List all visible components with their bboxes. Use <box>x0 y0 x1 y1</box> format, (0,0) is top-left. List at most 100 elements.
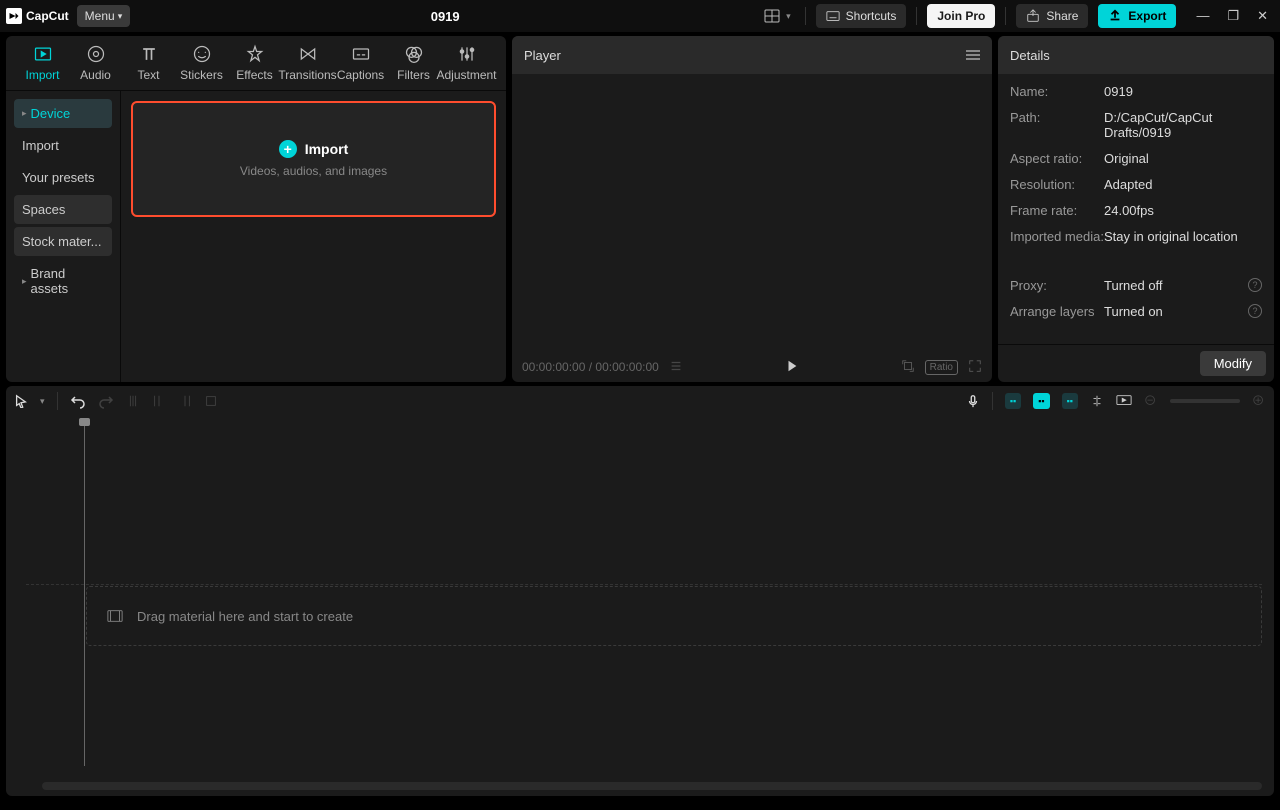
tab-label: Transitions <box>278 68 336 82</box>
tab-transitions[interactable]: Transitions <box>281 42 334 84</box>
detail-row-imported: Imported media:Stay in original location <box>1010 229 1262 244</box>
import-card[interactable]: + Import Videos, audios, and images <box>131 101 496 217</box>
video-icon <box>107 609 123 623</box>
details-title: Details <box>1010 48 1050 63</box>
fullscreen-icon[interactable] <box>968 359 982 376</box>
time-display: 00:00:00:00 / 00:00:00:00 <box>522 360 659 374</box>
info-icon[interactable]: ? <box>1248 304 1262 318</box>
tab-import[interactable]: Import <box>16 42 69 84</box>
playhead[interactable] <box>84 420 85 766</box>
maximize-icon[interactable]: ❐ <box>1227 8 1239 24</box>
cut-left-icon <box>152 394 166 408</box>
menu-button[interactable]: Menu ▾ <box>77 5 131 27</box>
player-panel: Player 00:00:00:00 / 00:00:00:00 Ratio <box>512 36 992 382</box>
player-viewport[interactable] <box>512 74 992 352</box>
minimize-icon[interactable]: — <box>1196 8 1209 24</box>
tab-stickers[interactable]: Stickers <box>175 42 228 84</box>
menu-label: Menu <box>85 9 115 23</box>
chevron-down-icon[interactable]: ▾ <box>786 11 791 22</box>
tab-label: Captions <box>337 68 384 82</box>
sidebar-item-presets[interactable]: Your presets <box>14 163 112 192</box>
detail-row-framerate: Frame rate:24.00fps <box>1010 203 1262 218</box>
scale-icon[interactable] <box>901 359 915 376</box>
tab-label: Text <box>137 68 159 82</box>
sidebar-label: Import <box>22 138 59 153</box>
timeline-mode-1[interactable]: ▪▪ <box>1005 393 1021 409</box>
media-area: + Import Videos, audios, and images <box>121 91 506 382</box>
detail-row-proxy: Proxy:Turned off? <box>1010 278 1262 293</box>
tab-label: Stickers <box>180 68 223 82</box>
zoom-slider[interactable] <box>1170 399 1240 403</box>
sidebar-label: Spaces <box>22 202 65 217</box>
sidebar-item-device[interactable]: ▸ Device <box>14 99 112 128</box>
close-icon[interactable]: ✕ <box>1257 8 1268 24</box>
modify-button[interactable]: Modify <box>1200 351 1266 376</box>
player-menu-icon[interactable] <box>966 50 980 60</box>
shortcuts-button[interactable]: Shortcuts <box>816 4 907 28</box>
export-button[interactable]: Export <box>1098 4 1176 28</box>
caret-icon: ▸ <box>22 108 27 119</box>
chevron-down-icon[interactable]: ▾ <box>40 396 45 407</box>
join-pro-button[interactable]: Join Pro <box>927 4 995 28</box>
list-icon[interactable] <box>669 359 683 376</box>
align-icon[interactable] <box>1090 394 1104 408</box>
sidebar-item-import[interactable]: Import <box>14 131 112 160</box>
crop-icon <box>204 394 218 408</box>
import-card-title: Import <box>305 141 349 157</box>
detail-row-path: Path:D:/CapCut/CapCut Drafts/0919 <box>1010 110 1262 140</box>
details-panel: Details Name:0919 Path:D:/CapCut/CapCut … <box>998 36 1274 382</box>
sidebar-label: Stock mater... <box>22 234 101 249</box>
logo-icon <box>6 8 22 24</box>
chevron-down-icon: ▾ <box>118 11 123 22</box>
tab-effects[interactable]: Effects <box>228 42 281 84</box>
media-panel: Import Audio Text Stickers Effects Trans… <box>6 36 506 382</box>
play-icon[interactable] <box>785 359 799 376</box>
sidebar-item-spaces[interactable]: Spaces <box>14 195 112 224</box>
mic-icon[interactable] <box>966 394 980 408</box>
tab-captions[interactable]: Captions <box>334 42 387 84</box>
timeline-toolbar: ▾ ▪▪ ▪▪ ▪▪ <box>6 386 1274 416</box>
split-icon <box>126 394 140 408</box>
import-card-subtitle: Videos, audios, and images <box>240 164 387 178</box>
zoom-in-icon <box>1252 394 1266 408</box>
share-label: Share <box>1046 9 1078 23</box>
sidebar-item-stock[interactable]: Stock mater... <box>14 227 112 256</box>
media-sidebar: ▸ Device Import Your presets Spaces Stock… <box>6 91 121 382</box>
tab-filters[interactable]: Filters <box>387 42 440 84</box>
app-name: CapCut <box>26 9 69 23</box>
player-title: Player <box>524 48 561 63</box>
app-logo: CapCut <box>6 8 69 24</box>
tab-label: Filters <box>397 68 430 82</box>
detail-row-name: Name:0919 <box>1010 84 1262 99</box>
media-tabs: Import Audio Text Stickers Effects Trans… <box>6 36 506 91</box>
redo-icon <box>98 393 114 409</box>
sidebar-label: Brand assets <box>31 266 104 296</box>
export-label: Export <box>1128 9 1166 23</box>
cut-right-icon <box>178 394 192 408</box>
timeline-drop-area[interactable]: Drag material here and start to create <box>86 586 1262 646</box>
caret-icon: ▸ <box>22 276 27 287</box>
timeline-body[interactable]: Drag material here and start to create <box>6 416 1274 796</box>
pointer-icon[interactable] <box>14 394 28 408</box>
tab-text[interactable]: Text <box>122 42 175 84</box>
detail-row-layers: Arrange layersTurned on? <box>1010 304 1262 319</box>
layout-icon[interactable] <box>764 8 780 24</box>
detail-row-aspect: Aspect ratio:Original <box>1010 151 1262 166</box>
timeline-scrollbar[interactable] <box>42 782 1262 790</box>
preview-mode-icon[interactable] <box>1116 394 1132 408</box>
timeline-mode-3[interactable]: ▪▪ <box>1062 393 1078 409</box>
tab-adjustment[interactable]: Adjustment <box>440 42 493 84</box>
tab-label: Import <box>25 68 59 82</box>
sidebar-label: Device <box>31 106 71 121</box>
title-bar: CapCut Menu ▾ 0919 ▾ Shortcuts Join Pro … <box>0 0 1280 32</box>
zoom-out-icon <box>1144 394 1158 408</box>
timeline-mode-2[interactable]: ▪▪ <box>1033 393 1049 409</box>
ratio-button[interactable]: Ratio <box>925 360 958 375</box>
tab-audio[interactable]: Audio <box>69 42 122 84</box>
share-button[interactable]: Share <box>1016 4 1088 28</box>
sidebar-label: Your presets <box>22 170 95 185</box>
undo-icon[interactable] <box>70 393 86 409</box>
info-icon[interactable]: ? <box>1248 278 1262 292</box>
join-pro-label: Join Pro <box>937 9 985 23</box>
sidebar-item-brand[interactable]: ▸ Brand assets <box>14 259 112 303</box>
